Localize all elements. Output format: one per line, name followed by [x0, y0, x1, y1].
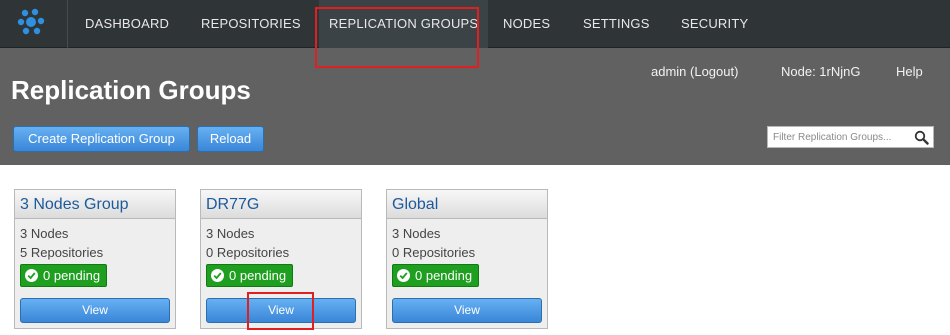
filter-box [767, 126, 934, 148]
group-name-link[interactable]: 3 Nodes Group [15, 190, 175, 219]
group-repositories-count: 5 Repositories [20, 245, 104, 260]
create-replication-group-button[interactable]: Create Replication Group [13, 126, 190, 152]
pending-label: 0 pending [415, 268, 473, 283]
nav-security[interactable]: SECURITY [681, 0, 748, 48]
page-title: Replication Groups [11, 75, 251, 105]
group-nodes-count: 3 Nodes [206, 226, 255, 241]
logout-link[interactable]: admin (Logout) [651, 64, 738, 79]
pending-label: 0 pending [43, 268, 101, 283]
node-indicator: Node: 1rNjnG [781, 64, 861, 79]
group-card: 3 Nodes Group 3 Nodes 5 Repositories 0 p… [14, 189, 176, 329]
view-button[interactable]: View [206, 298, 356, 323]
top-nav: DASHBOARD REPOSITORIES REPLICATION GROUP… [0, 0, 950, 48]
search-icon[interactable] [914, 130, 929, 145]
pending-badge: 0 pending [20, 264, 108, 287]
check-circle-icon [397, 269, 410, 282]
group-name-link[interactable]: Global [387, 190, 547, 219]
filter-input[interactable] [768, 127, 908, 148]
group-repositories-count: 0 Repositories [206, 245, 290, 260]
group-card: DR77G 3 Nodes 0 Repositories 0 pending V… [200, 189, 362, 329]
pending-badge: 0 pending [206, 264, 294, 287]
nav-settings[interactable]: SETTINGS [583, 0, 650, 48]
cluster-logo-icon [17, 8, 45, 35]
view-button[interactable]: View [20, 298, 170, 323]
logo[interactable] [0, 0, 68, 48]
pending-badge: 0 pending [392, 264, 480, 287]
nav-repositories[interactable]: REPOSITORIES [201, 0, 301, 48]
reload-button[interactable]: Reload [197, 126, 264, 152]
group-name-link[interactable]: DR77G [201, 190, 361, 219]
group-nodes-count: 3 Nodes [20, 226, 69, 241]
group-card: Global 3 Nodes 0 Repositories 0 pending … [386, 189, 548, 329]
check-circle-icon [25, 269, 38, 282]
nav-nodes[interactable]: NODES [503, 0, 550, 48]
view-button[interactable]: View [392, 298, 542, 323]
pending-label: 0 pending [229, 268, 287, 283]
nav-replication-groups[interactable]: REPLICATION GROUPS [319, 0, 489, 48]
check-circle-icon [211, 269, 224, 282]
nav-dashboard[interactable]: DASHBOARD [85, 0, 169, 48]
group-nodes-count: 3 Nodes [392, 226, 441, 241]
page-header: admin (Logout) Node: 1rNjnG Help Replica… [0, 48, 950, 165]
group-repositories-count: 0 Repositories [392, 245, 476, 260]
help-link[interactable]: Help [896, 64, 923, 79]
